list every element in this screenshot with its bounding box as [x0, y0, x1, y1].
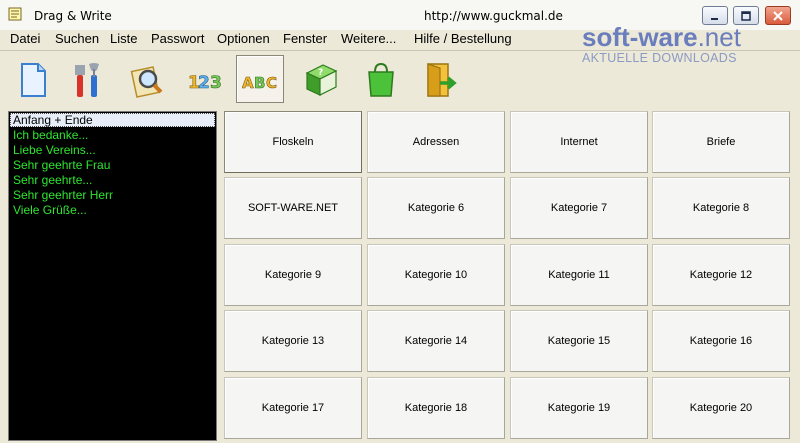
logo-tld: .net [697, 22, 741, 52]
list-item[interactable]: Ich bedanke... [9, 128, 216, 143]
svg-text:A: A [242, 74, 254, 92]
window-title: Drag & Write [34, 9, 112, 23]
logo-main: soft-ware [582, 22, 698, 52]
exit-button[interactable] [416, 55, 464, 103]
app-icon [8, 7, 22, 21]
new-document-icon [21, 63, 46, 97]
category-button-16[interactable]: Kategorie 16 [652, 310, 790, 372]
search-document-button[interactable] [122, 55, 170, 103]
phrase-list[interactable]: Anfang + Ende Ich bedanke... Liebe Verei… [8, 111, 217, 441]
category-button-6[interactable]: Kategorie 6 [367, 177, 505, 239]
help-book-icon: ? [305, 64, 338, 96]
shopping-bag-icon [368, 62, 394, 97]
abc-icon: A B C [242, 74, 277, 93]
numbers-button[interactable]: 1 2 3 [181, 55, 229, 103]
menu-liste[interactable]: Liste [110, 31, 137, 46]
maximize-icon [741, 10, 751, 21]
menu-optionen[interactable]: Optionen [217, 31, 270, 46]
category-button-internet[interactable]: Internet [510, 111, 648, 173]
numbers-icon: 1 2 3 [188, 73, 222, 94]
menu-fenster[interactable]: Fenster [283, 31, 327, 46]
svg-text:?: ? [318, 68, 323, 78]
window-url: http://www.guckmal.de [424, 9, 563, 23]
list-item[interactable]: Liebe Vereins... [9, 143, 216, 158]
category-button-9[interactable]: Kategorie 9 [224, 244, 362, 306]
category-button-19[interactable]: Kategorie 19 [510, 377, 648, 439]
search-document-icon [130, 66, 163, 98]
category-button-20[interactable]: Kategorie 20 [652, 377, 790, 439]
abc-button[interactable]: A B C [236, 55, 284, 103]
help-book-button[interactable]: ? [296, 55, 344, 103]
tools-icon [75, 63, 99, 97]
menu-suchen[interactable]: Suchen [55, 31, 99, 46]
category-grid: Floskeln Adressen Internet Briefe SOFT-W… [224, 111, 800, 443]
list-item[interactable]: Sehr geehrte Frau [9, 158, 216, 173]
category-button-18[interactable]: Kategorie 18 [367, 377, 505, 439]
category-button-briefe[interactable]: Briefe [652, 111, 790, 173]
category-button-15[interactable]: Kategorie 15 [510, 310, 648, 372]
category-button-8[interactable]: Kategorie 8 [652, 177, 790, 239]
list-item[interactable]: Anfang + Ende [10, 113, 215, 127]
close-button[interactable] [765, 6, 791, 25]
category-button-10[interactable]: Kategorie 10 [367, 244, 505, 306]
new-document-button[interactable] [8, 55, 56, 103]
category-button-14[interactable]: Kategorie 14 [367, 310, 505, 372]
category-button-12[interactable]: Kategorie 12 [652, 244, 790, 306]
category-button-soft-ware-net[interactable]: SOFT-WARE.NET [224, 177, 362, 239]
svg-text:3: 3 [210, 73, 222, 93]
toolbar: 1 2 3 A B C ? [0, 51, 800, 107]
exit-door-icon [427, 63, 457, 97]
close-icon [773, 10, 783, 21]
list-item[interactable]: Sehr geehrte... [9, 173, 216, 188]
category-button-floskeln[interactable]: Floskeln [224, 111, 362, 173]
svg-text:B: B [254, 74, 265, 92]
minimize-icon [711, 17, 718, 20]
category-button-17[interactable]: Kategorie 17 [224, 377, 362, 439]
category-button-7[interactable]: Kategorie 7 [510, 177, 648, 239]
shopping-bag-button[interactable] [356, 55, 404, 103]
category-button-adressen[interactable]: Adressen [367, 111, 505, 173]
svg-text:C: C [266, 74, 277, 92]
list-item[interactable]: Viele Grüße... [9, 203, 216, 218]
list-item[interactable]: Sehr geehrter Herr [9, 188, 216, 203]
menu-hilfe-bestellung[interactable]: Hilfe / Bestellung [414, 31, 512, 46]
category-button-13[interactable]: Kategorie 13 [224, 310, 362, 372]
category-button-11[interactable]: Kategorie 11 [510, 244, 648, 306]
menu-weitere[interactable]: Weitere... [341, 31, 396, 46]
menu-passwort[interactable]: Passwort [151, 31, 204, 46]
tools-button[interactable] [63, 55, 111, 103]
menu-datei[interactable]: Datei [10, 31, 40, 46]
svg-text:2: 2 [198, 73, 210, 93]
